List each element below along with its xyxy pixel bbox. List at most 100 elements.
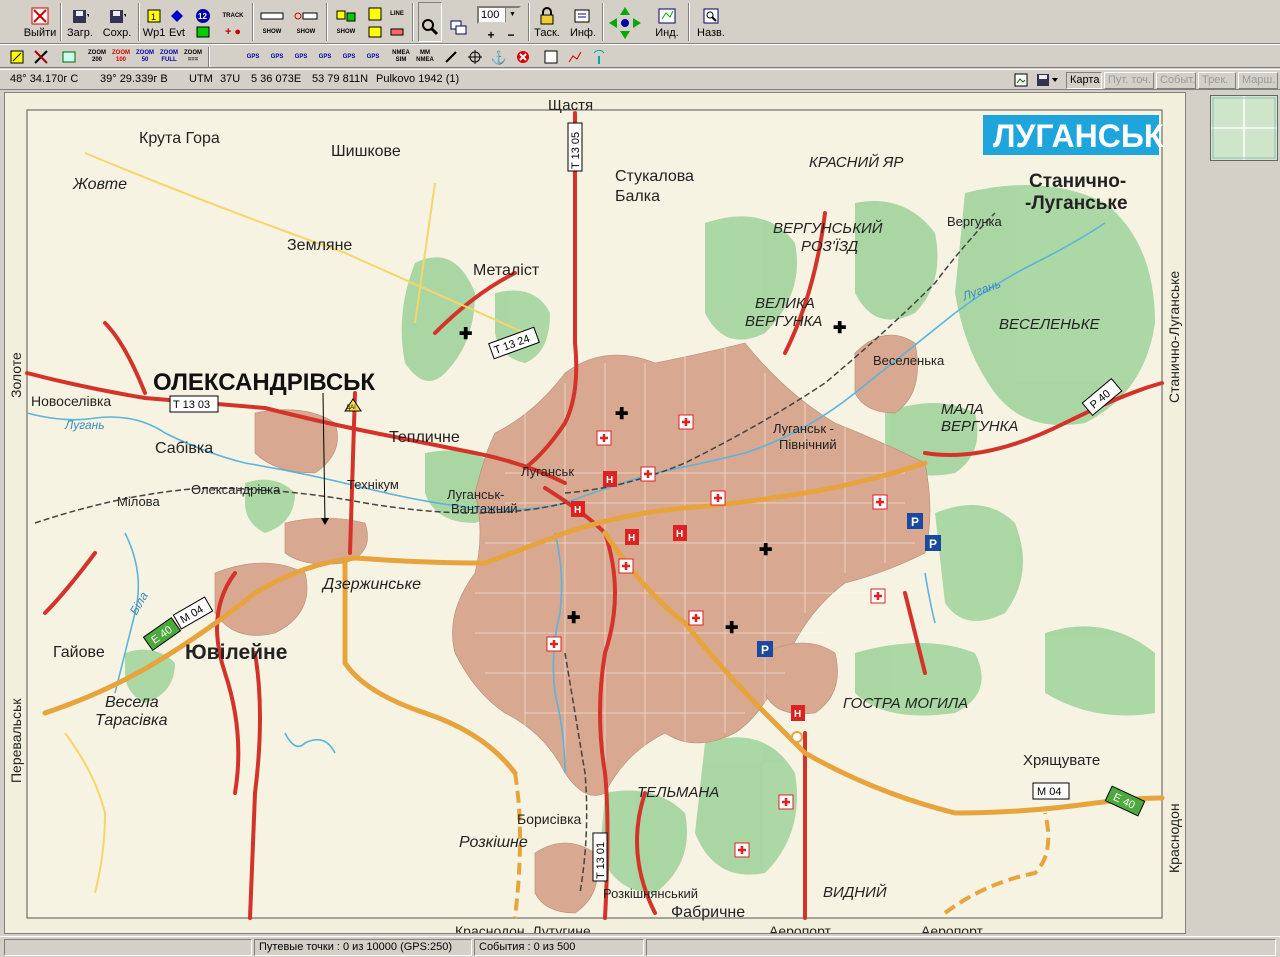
status-panel-right bbox=[646, 939, 1276, 956]
line2-button[interactable] bbox=[386, 22, 408, 42]
svg-text:1: 1 bbox=[151, 12, 156, 22]
svg-text:Новоселівка: Новоселівка bbox=[31, 393, 111, 409]
svg-text:✚: ✚ bbox=[567, 610, 580, 627]
svg-text:ВЕРГУНКА: ВЕРГУНКА bbox=[941, 418, 1018, 435]
svg-text:Вергунка: Вергунка bbox=[947, 214, 1003, 229]
indicator-icon bbox=[657, 6, 677, 26]
magnifier-icon bbox=[420, 17, 440, 37]
zoom-eq-button[interactable]: ZOOM === bbox=[182, 47, 204, 67]
map-save-button[interactable] bbox=[1034, 70, 1062, 90]
svg-text:ВЕЛИКА: ВЕЛИКА bbox=[755, 295, 815, 312]
gps-5-button[interactable]: GPS bbox=[338, 47, 360, 67]
shield-m04b: M 04 bbox=[1032, 782, 1070, 800]
zoom-in-button[interactable]: + bbox=[480, 25, 502, 45]
svg-text:Крута Гора: Крута Гора bbox=[139, 130, 220, 147]
indicator-button[interactable]: Инд. bbox=[652, 2, 682, 42]
event-button[interactable]: Evt bbox=[166, 2, 188, 42]
svg-text:H: H bbox=[628, 533, 635, 544]
windows-button[interactable] bbox=[446, 2, 472, 42]
zoom-50-button[interactable]: ZOOM 50 bbox=[134, 47, 156, 67]
mm-nmea-button[interactable]: MM NMEA bbox=[414, 47, 436, 67]
svg-text:Веселенька: Веселенька bbox=[873, 353, 945, 368]
save-button[interactable]: Сохр. bbox=[100, 2, 134, 42]
names-icon bbox=[701, 6, 721, 26]
map-view[interactable]: ЛУГАНСЬК T 13 05 T 13 24 T 13 03 T 13 01… bbox=[4, 92, 1186, 934]
chevron-down-icon: ▼ bbox=[505, 8, 519, 22]
save-icon bbox=[107, 6, 127, 26]
svg-text:Розкішнянський: Розкішнянський bbox=[603, 886, 698, 901]
gps-3-button[interactable]: GPS bbox=[290, 47, 312, 67]
antenna-icon[interactable] bbox=[588, 47, 610, 67]
route-show-button[interactable]: SHOW bbox=[292, 22, 320, 42]
svg-text:Технікум: Технікум bbox=[347, 477, 399, 492]
tab-waypoints[interactable]: Пут. точ. bbox=[1104, 72, 1154, 89]
latitude-readout: 48° 34.170г С bbox=[10, 73, 79, 85]
tab-routes[interactable]: Марш. bbox=[1238, 72, 1278, 89]
svg-text:T 13 05: T 13 05 bbox=[570, 132, 582, 169]
lock-icon bbox=[537, 6, 557, 26]
nmea-sim-button[interactable]: NMEA SIM bbox=[390, 47, 412, 67]
svg-text:Сабівка: Сабівка bbox=[155, 440, 213, 457]
gps-6-button[interactable]: GPS bbox=[362, 47, 384, 67]
svg-text:12: 12 bbox=[198, 12, 207, 21]
names-button[interactable]: Назв. bbox=[694, 2, 728, 42]
toolbar-separator bbox=[326, 3, 328, 41]
load-button[interactable]: Загр. bbox=[64, 2, 96, 42]
utm-label: UTM bbox=[189, 73, 213, 85]
exit-button[interactable]: Выйти bbox=[22, 2, 58, 42]
svg-text:H: H bbox=[574, 505, 581, 516]
tab-events[interactable]: Событ. bbox=[1156, 72, 1196, 89]
pen-button[interactable] bbox=[440, 47, 462, 67]
tool-edit-button[interactable] bbox=[6, 47, 28, 67]
show-button[interactable]: SHOW bbox=[258, 22, 286, 42]
zoom-200-button[interactable]: ZOOM 200 bbox=[86, 47, 108, 67]
zoom-out-button[interactable]: − bbox=[500, 25, 522, 45]
waypoint-button[interactable]: 1 Wp1 bbox=[142, 2, 166, 42]
tab-map[interactable]: Карта bbox=[1066, 72, 1102, 89]
layers-show-button[interactable]: SHOW bbox=[332, 22, 360, 42]
tab-tracks[interactable]: Трек. bbox=[1198, 72, 1236, 89]
waypoints-status: Путевые точки : 0 из 10000 (GPS:250) bbox=[254, 939, 472, 956]
zoom-full-button[interactable]: ZOOM FULL bbox=[158, 47, 180, 67]
map-image-button[interactable] bbox=[1010, 70, 1032, 90]
zoom-tool-button[interactable] bbox=[418, 2, 442, 42]
svg-text:P: P bbox=[761, 643, 769, 657]
svg-text:ТЕЛЬМАНА: ТЕЛЬМАНА bbox=[637, 784, 719, 801]
svg-text:Фабричне: Фабричне bbox=[671, 904, 745, 921]
graph-button[interactable] bbox=[564, 47, 586, 67]
stop-icon[interactable] bbox=[512, 47, 534, 67]
svg-text:Північний: Північний bbox=[779, 437, 837, 452]
gps-2-button[interactable]: GPS bbox=[266, 47, 288, 67]
overview-minimap[interactable] bbox=[1210, 95, 1278, 161]
event-icon bbox=[167, 6, 187, 26]
svg-text:Станично-: Станично- bbox=[1029, 171, 1126, 192]
svg-text:Краснодон, Лутугине: Краснодон, Лутугине bbox=[455, 923, 591, 934]
anchor-icon[interactable]: ⚓ bbox=[488, 47, 510, 67]
svg-text:Тепличне: Тепличне bbox=[389, 429, 460, 446]
svg-text:РОЗ'ЇЗД: РОЗ'ЇЗД bbox=[801, 238, 859, 255]
svg-text:✚: ✚ bbox=[725, 620, 738, 637]
svg-text:Станично-Луганське: Станично-Луганське bbox=[1166, 271, 1182, 403]
line-button[interactable]: LINE bbox=[386, 4, 408, 24]
svg-text:ВИДНИЙ: ВИДНИЙ bbox=[823, 883, 887, 901]
grid2-button[interactable] bbox=[364, 22, 386, 42]
gps-1-button[interactable]: GPS bbox=[242, 47, 264, 67]
svg-text:Олександрівка: Олександрівка bbox=[191, 482, 281, 497]
tool-tools-button[interactable] bbox=[30, 47, 52, 67]
utm-zone: 37U bbox=[220, 73, 241, 85]
svg-text:✚: ✚ bbox=[759, 542, 772, 559]
add-point-button[interactable]: + ● bbox=[218, 22, 248, 42]
load-icon bbox=[70, 6, 90, 26]
zoom-100-button[interactable]: ZOOM 100 bbox=[110, 47, 132, 67]
status-bar: Путевые точки : 0 из 10000 (GPS:250) Соб… bbox=[0, 936, 1280, 957]
green-c-button[interactable] bbox=[192, 22, 214, 42]
mk-button[interactable] bbox=[540, 47, 562, 67]
grid-button[interactable] bbox=[364, 4, 386, 24]
lock-button[interactable]: Таск. bbox=[530, 2, 564, 42]
info-button[interactable]: Инф. bbox=[566, 2, 600, 42]
zoom-level-select[interactable]: 100 ▼ bbox=[477, 6, 521, 24]
gps-4-button[interactable]: GPS bbox=[314, 47, 336, 67]
crosshair-icon[interactable] bbox=[464, 47, 486, 67]
navigation-arrows[interactable] bbox=[606, 4, 644, 42]
tool-map-button[interactable] bbox=[58, 47, 80, 67]
